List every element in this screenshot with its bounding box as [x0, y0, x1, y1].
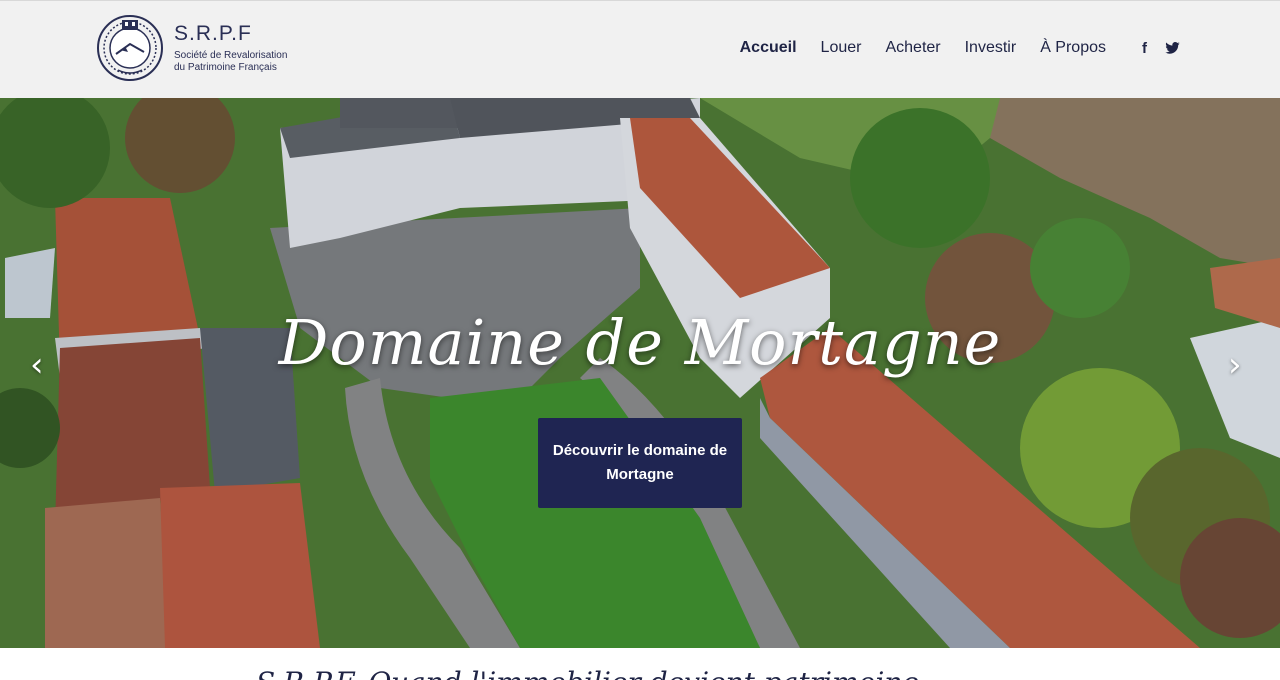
nav-item-accueil[interactable]: Accueil: [740, 39, 797, 57]
nav-item-investir[interactable]: Investir: [965, 39, 1017, 57]
nav-item-louer[interactable]: Louer: [821, 39, 862, 57]
logo-subtitle-line2: du Patrimoine Français: [174, 62, 277, 73]
nav-item-acheter[interactable]: Acheter: [885, 39, 940, 57]
main-nav: Accueil Louer Acheter Investir À Propos …: [716, 39, 1180, 57]
srpf-emblem-icon: [97, 15, 163, 81]
twitter-icon[interactable]: [1165, 42, 1180, 54]
logo-subtitle: Société de Revalorisation du Patrimoine …: [174, 50, 287, 74]
logo-title: S.R.P.F: [174, 22, 252, 45]
hero-slider: ‹ › Domaine de Mortagne Découvrir le dom…: [0, 98, 1280, 648]
logo-text: S.R.P.F Société de Revalorisation du Pat…: [174, 22, 287, 74]
hero-title: Domaine de Mortagne: [278, 306, 1002, 379]
section-heading: S.R.P.F. Quand l'immobilier devient patr…: [256, 666, 919, 680]
discover-domain-button[interactable]: Découvrir le domaine de Mortagne: [538, 418, 742, 508]
nav-item-a-propos[interactable]: À Propos: [1040, 39, 1106, 57]
facebook-icon[interactable]: f: [1142, 40, 1147, 57]
logo-subtitle-line1: Société de Revalorisation: [174, 50, 288, 61]
logo[interactable]: S.R.P.F Société de Revalorisation du Pat…: [96, 13, 306, 83]
site-header: S.R.P.F Société de Revalorisation du Pat…: [0, 0, 1280, 98]
social-links: f: [1124, 40, 1180, 57]
intro-section: S.R.P.F. Quand l'immobilier devient patr…: [0, 648, 1280, 680]
